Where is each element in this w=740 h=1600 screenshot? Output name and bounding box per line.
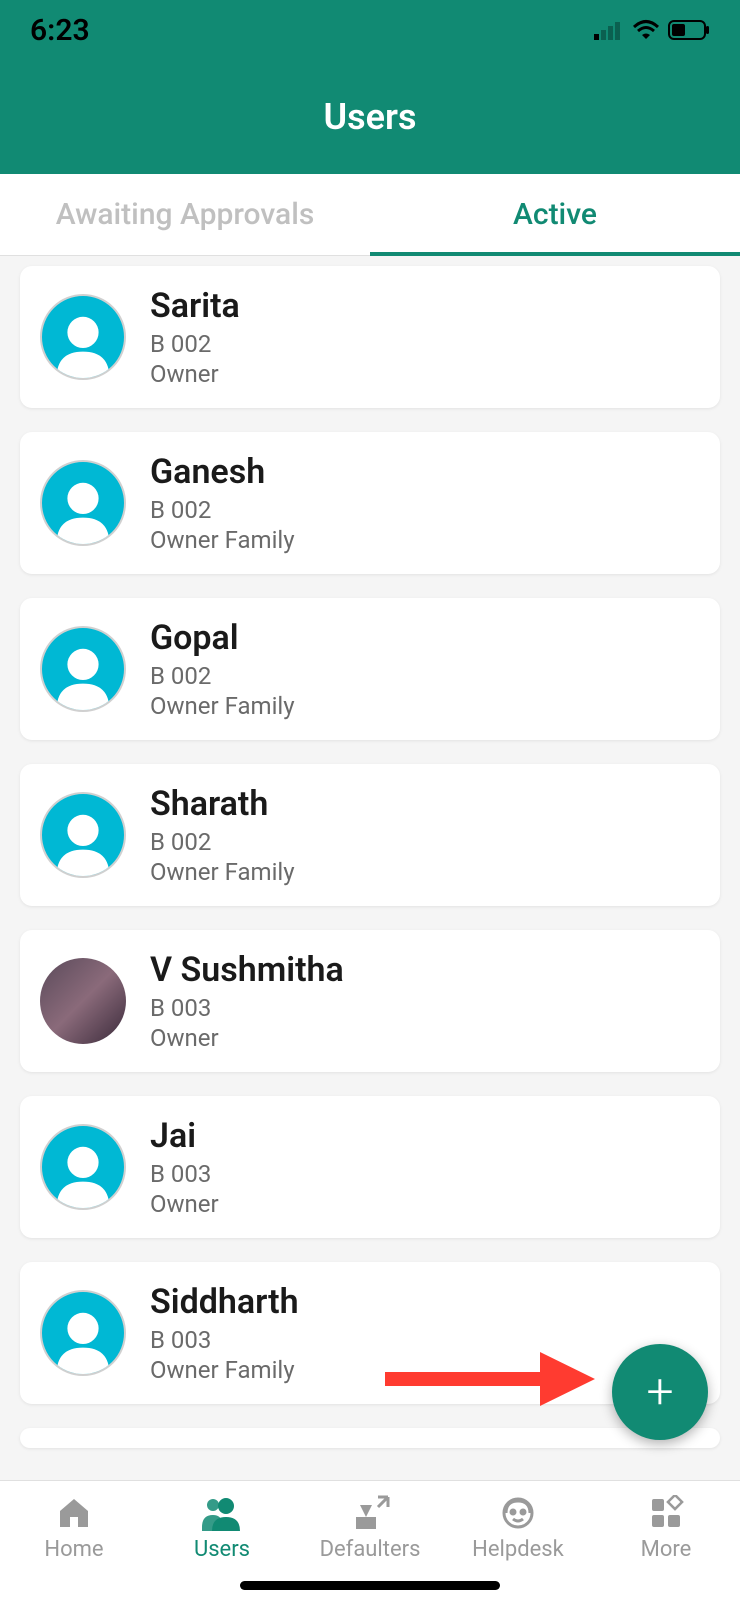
user-card[interactable]: Ganesh B 002 Owner Family — [20, 432, 720, 574]
add-user-button[interactable]: + — [612, 1344, 708, 1440]
avatar-placeholder-icon — [40, 1290, 126, 1376]
nav-label: Users — [194, 1537, 250, 1562]
nav-label: Defaulters — [320, 1537, 421, 1562]
annotation-arrow-icon — [385, 1352, 595, 1410]
status-icons — [594, 19, 710, 41]
user-name: Siddharth — [150, 1282, 299, 1322]
user-info: Siddharth B 003 Owner Family — [150, 1282, 299, 1384]
tab-label: Active — [513, 197, 597, 232]
users-icon — [202, 1493, 242, 1533]
user-card[interactable]: V Sushmitha B 003 Owner — [20, 930, 720, 1072]
user-role: Owner Family — [150, 1356, 299, 1384]
user-role: Owner Family — [150, 692, 295, 720]
plus-icon: + — [646, 1368, 673, 1416]
avatar-placeholder-icon — [40, 626, 126, 712]
user-list[interactable]: Sarita B 002 Owner Ganesh B 002 Owner Fa… — [0, 256, 740, 1480]
user-unit: B 003 — [150, 1160, 219, 1188]
user-role: Owner Family — [150, 858, 295, 886]
bottom-nav: Home Users Defaulters Helpdesk More — [0, 1480, 740, 1600]
user-info: Sarita B 002 Owner — [150, 286, 240, 388]
avatar-placeholder-icon — [40, 294, 126, 380]
headset-icon — [498, 1493, 538, 1533]
user-card[interactable]: Gopal B 002 Owner Family — [20, 598, 720, 740]
user-info: V Sushmitha B 003 Owner — [150, 950, 344, 1052]
app-header: Users — [0, 60, 740, 174]
nav-label: Helpdesk — [472, 1537, 564, 1562]
user-unit: B 002 — [150, 828, 295, 856]
avatar-photo — [40, 958, 126, 1044]
tabs-container: Awaiting Approvals Active — [0, 174, 740, 256]
user-unit: B 003 — [150, 994, 344, 1022]
nav-label: More — [641, 1537, 692, 1562]
user-info: Ganesh B 002 Owner Family — [150, 452, 295, 554]
avatar-placeholder-icon — [40, 460, 126, 546]
avatar-placeholder-icon — [40, 1124, 126, 1210]
user-info: Gopal B 002 Owner Family — [150, 618, 295, 720]
nav-label: Home — [44, 1537, 103, 1562]
user-info: Sharath B 002 Owner Family — [150, 784, 295, 886]
tab-label: Awaiting Approvals — [56, 197, 315, 232]
avatar-placeholder-icon — [40, 792, 126, 878]
user-unit: B 003 — [150, 1326, 299, 1354]
user-card[interactable]: Sarita B 002 Owner — [20, 266, 720, 408]
user-name: V Sushmitha — [150, 950, 344, 990]
user-card[interactable]: Jai B 003 Owner — [20, 1096, 720, 1238]
user-role: Owner — [150, 1190, 219, 1218]
tab-awaiting-approvals[interactable]: Awaiting Approvals — [0, 174, 370, 255]
status-bar: 6:23 — [0, 0, 740, 60]
user-name: Gopal — [150, 618, 295, 658]
user-role: Owner Family — [150, 526, 295, 554]
nav-defaulters[interactable]: Defaulters — [310, 1493, 430, 1562]
battery-icon — [668, 20, 710, 40]
cellular-icon — [594, 20, 624, 40]
user-info: Jai B 003 Owner — [150, 1116, 219, 1218]
nav-home[interactable]: Home — [14, 1493, 134, 1562]
user-card-partial[interactable] — [20, 1428, 720, 1448]
user-name: Sharath — [150, 784, 295, 824]
user-name: Sarita — [150, 286, 240, 326]
status-time: 6:23 — [30, 13, 90, 48]
nav-users[interactable]: Users — [162, 1493, 282, 1562]
grid-icon — [646, 1493, 686, 1533]
user-role: Owner — [150, 360, 240, 388]
user-name: Ganesh — [150, 452, 295, 492]
user-unit: B 002 — [150, 330, 240, 358]
user-name: Jai — [150, 1116, 219, 1156]
user-card[interactable]: Sharath B 002 Owner Family — [20, 764, 720, 906]
nav-helpdesk[interactable]: Helpdesk — [458, 1493, 578, 1562]
user-unit: B 002 — [150, 662, 295, 690]
user-unit: B 002 — [150, 496, 295, 524]
home-indicator[interactable] — [240, 1581, 500, 1590]
tab-active[interactable]: Active — [370, 174, 740, 255]
defaulters-icon — [350, 1493, 390, 1533]
wifi-icon — [632, 19, 660, 41]
page-title: Users — [324, 96, 417, 138]
user-role: Owner — [150, 1024, 344, 1052]
nav-more[interactable]: More — [606, 1493, 726, 1562]
home-icon — [54, 1493, 94, 1533]
